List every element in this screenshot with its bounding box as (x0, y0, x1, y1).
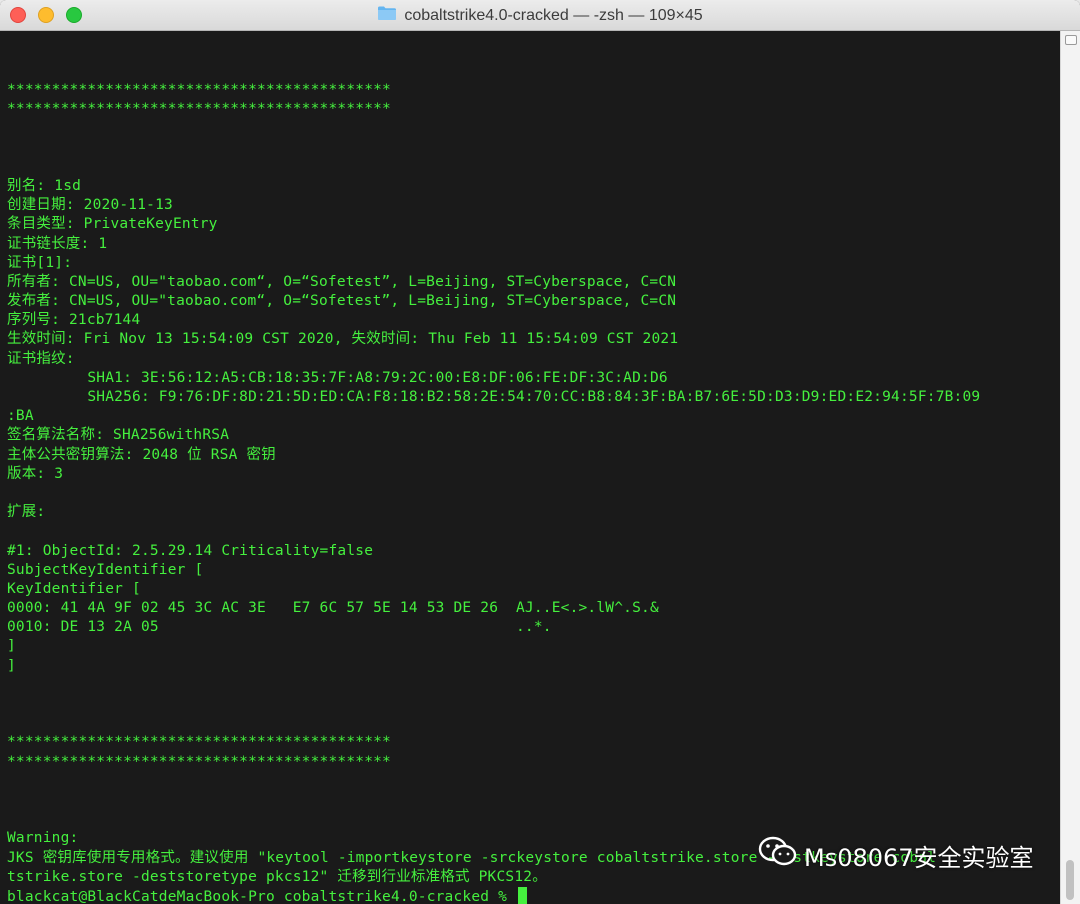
watermark: Ms08067安全实验室 (758, 835, 1034, 875)
title-bar[interactable]: cobaltstrike4.0-cracked — -zsh — 109×45 (0, 0, 1080, 31)
terminal-line: 扩展: (7, 504, 46, 521)
terminal-line: 签名算法名称: SHA256withRSA (7, 427, 230, 444)
terminal-line: ****************************************… (7, 734, 391, 751)
terminal-line: 条目类型: PrivateKeyEntry (7, 216, 218, 233)
terminal-line: ****************************************… (7, 753, 391, 770)
terminal-line: 生效时间: Fri Nov 13 15:54:09 CST 2020, 失效时间… (7, 331, 679, 348)
wechat-icon (758, 835, 798, 875)
terminal-line: ****************************************… (7, 82, 391, 98)
terminal-line: 主体公共密钥算法: 2048 位 RSA 密钥 (7, 446, 276, 463)
terminal-line: :BA (7, 408, 34, 425)
scrollbar-top-control[interactable] (1065, 35, 1077, 45)
terminal-line: 发布者: CN=US, OU="taobao.com“, O=“Sofetest… (7, 293, 677, 310)
prompt-line[interactable]: blackcat@BlackCatdeMacBook-Pro cobaltstr… (7, 886, 1060, 904)
terminal-line: ] (7, 657, 16, 674)
window-title: cobaltstrike4.0-cracked — -zsh — 109×45 (404, 6, 703, 24)
terminal-content[interactable]: ****************************************… (0, 31, 1060, 904)
terminal-line: 别名: 1sd (7, 177, 82, 194)
terminal-output: ****************************************… (7, 81, 1060, 904)
watermark-text: Ms08067安全实验室 (804, 843, 1034, 872)
terminal-line: 0000: 41 4A 9F 02 45 3C AC 3E E7 6C 57 5… (7, 600, 659, 617)
scrollbar-thumb[interactable] (1066, 860, 1074, 900)
terminal-line: SHA1: 3E:56:12:A5:CB:18:35:7F:A8:79:2C:0… (7, 369, 668, 386)
terminal-line: #1: ObjectId: 2.5.29.14 Criticality=fals… (7, 542, 374, 559)
folder-icon (377, 5, 397, 26)
text-cursor (518, 886, 527, 904)
terminal-line: ****************************************… (7, 101, 391, 118)
terminal-line: 证书链长度: 1 (7, 235, 108, 252)
window-title-container: cobaltstrike4.0-cracked — -zsh — 109×45 (0, 0, 1080, 31)
terminal-line: SubjectKeyIdentifier [ (7, 561, 204, 578)
terminal-line: 证书[1]: (7, 254, 73, 271)
terminal-line: ] (7, 638, 16, 655)
terminal-line: KeyIdentifier [ (7, 580, 141, 597)
terminal-line: SHA256: F9:76:DF:8D:21:5D:ED:CA:F8:18:B2… (7, 389, 981, 405)
terminal-line: 创建日期: 2020-11-13 (7, 197, 173, 214)
vertical-scrollbar[interactable] (1060, 31, 1080, 904)
terminal-line: 证书指纹: (7, 350, 75, 367)
terminal-line: 版本: 3 (7, 465, 64, 482)
terminal-window: cobaltstrike4.0-cracked — -zsh — 109×45 … (0, 0, 1080, 904)
terminal-line: 序列号: 21cb7144 (7, 312, 141, 329)
terminal-line: 0010: DE 13 2A 05 ..*. (7, 619, 552, 636)
terminal-line: 所有者: CN=US, OU="taobao.com“, O=“Sofetest… (7, 273, 677, 290)
shell-prompt: blackcat@BlackCatdeMacBook-Pro cobaltstr… (7, 888, 516, 904)
